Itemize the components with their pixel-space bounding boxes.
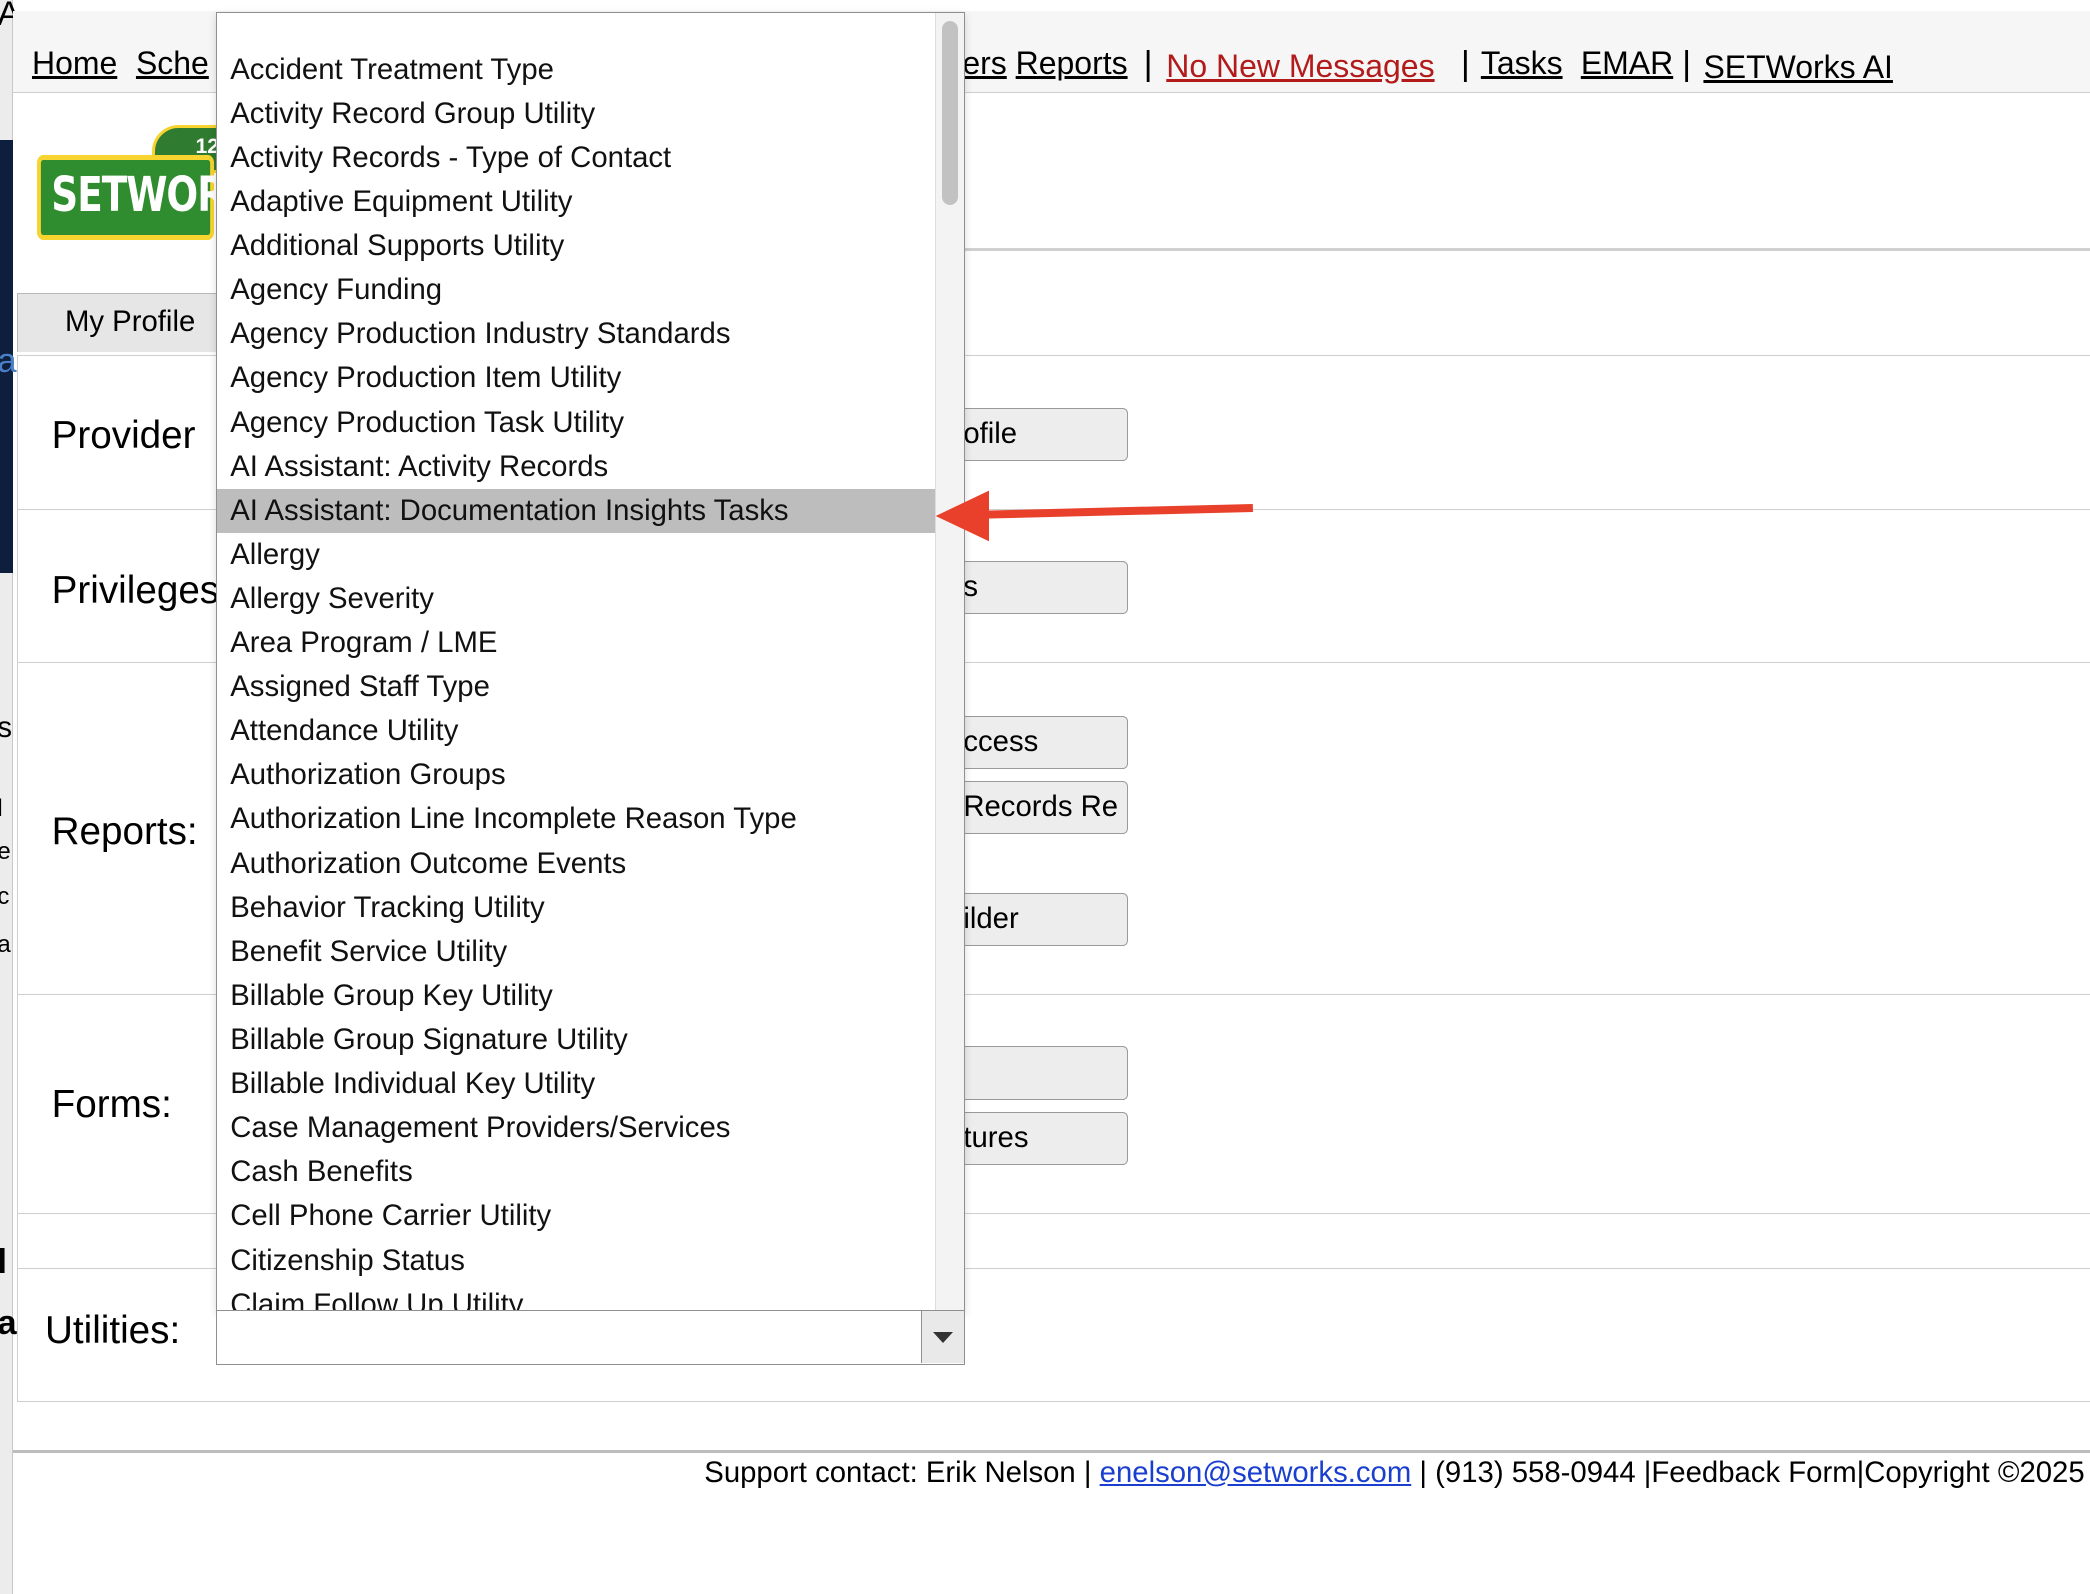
dropdown-option[interactable]: Agency Funding xyxy=(217,268,935,312)
dropdown-option[interactable]: Accident Treatment Type xyxy=(217,48,935,92)
utilities-options: Accident Treatment Type Activity Record G… xyxy=(216,48,936,1311)
section-label-reports: Reports: xyxy=(51,810,198,854)
nav-partial-link[interactable]: ers xyxy=(962,45,1006,82)
dropdown-option[interactable]: AI Assistant: Activity Records xyxy=(217,445,935,489)
edge-glyph: l xyxy=(0,797,3,821)
setworks-logo[interactable]: 123 SETWORKS xyxy=(35,120,280,243)
dropdown-option[interactable]: Additional Supports Utility xyxy=(217,224,935,268)
utilities-dropdown-list[interactable]: Accident Treatment Type Activity Record G… xyxy=(215,11,965,1312)
nav-emar-link[interactable]: EMAR xyxy=(1581,45,1673,82)
footer-email-link[interactable]: enelson@setworks.com xyxy=(1100,1456,1412,1489)
dropdown-option[interactable]: AI Assistant: Documentation Insights Tas… xyxy=(216,488,936,533)
chevron-down-icon[interactable] xyxy=(921,1311,964,1364)
dropdown-option[interactable]: Activity Record Group Utility xyxy=(217,92,935,136)
section-label-utilities: Utilities: xyxy=(44,1308,181,1352)
nav-home-link[interactable]: Home xyxy=(32,45,117,82)
logo-sign: SETWORKS xyxy=(37,154,280,240)
edge-glyph: e xyxy=(0,839,11,864)
utilities-select[interactable] xyxy=(215,1310,965,1365)
dropdown-option[interactable]: Case Management Providers/Services xyxy=(217,1106,935,1150)
dropdown-option[interactable]: Authorization Groups xyxy=(217,753,935,797)
dropdown-option[interactable]: Allergy xyxy=(217,533,935,577)
dropdown-option[interactable]: Assigned Staff Type xyxy=(217,665,935,709)
dropdown-option[interactable]: Billable Group Key Utility xyxy=(217,974,935,1018)
dropdown-option[interactable]: Agency Production Item Utility xyxy=(217,356,935,400)
annotation-arrow-icon xyxy=(935,490,1253,542)
dropdown-option[interactable]: Authorization Line Incomplete Reason Typ… xyxy=(217,797,935,841)
dropdown-option[interactable]: Billable Individual Key Utility xyxy=(217,1062,935,1106)
section-label-provider: Provider xyxy=(51,414,196,458)
edge-glyph: c xyxy=(0,885,9,909)
annotation-arrow-shaft xyxy=(983,503,1253,519)
dropdown-option[interactable]: Authorization Outcome Events xyxy=(217,842,935,886)
footer-divider xyxy=(13,1450,2090,1453)
nav-separator: | xyxy=(1682,45,1692,84)
dropdown-option[interactable]: Cash Benefits xyxy=(217,1150,935,1194)
page-root: A a s l e c a l a Home Sche ers Reports … xyxy=(0,0,2090,1594)
edge-glyph: s xyxy=(0,713,12,742)
footer: Support contact: Erik Nelson | enelson@s… xyxy=(704,1456,2084,1490)
dropdown-option[interactable]: Claim Follow Up Utility xyxy=(217,1283,935,1311)
dropdown-option[interactable]: Area Program / LME xyxy=(217,621,935,665)
nav-separator: | xyxy=(1143,45,1153,84)
dropdown-option[interactable]: Behavior Tracking Utility xyxy=(217,886,935,930)
nav-messages-link[interactable]: No New Messages xyxy=(1166,48,1434,85)
dropdown-option[interactable]: Billable Group Signature Utility xyxy=(217,1018,935,1062)
dropdown-scroll-thumb[interactable] xyxy=(942,20,959,205)
edge-glyph: a xyxy=(0,1306,17,1341)
tab-my-profile[interactable]: My Profile xyxy=(17,293,231,352)
dropdown-option[interactable]: Agency Production Task Utility xyxy=(217,401,935,445)
nav-schedule-link[interactable]: Sche xyxy=(136,45,209,82)
section-label-forms: Forms: xyxy=(51,1083,172,1127)
dropdown-option[interactable]: Activity Records - Type of Contact xyxy=(217,136,935,180)
dropdown-option[interactable]: Citizenship Status xyxy=(217,1239,935,1283)
dropdown-option[interactable]: Allergy Severity xyxy=(217,577,935,621)
annotation-arrow-head xyxy=(935,490,990,542)
dropdown-option[interactable]: Attendance Utility xyxy=(217,709,935,753)
section-label-privileges: Privileges xyxy=(51,568,220,612)
dropdown-option[interactable]: Cell Phone Carrier Utility xyxy=(217,1194,935,1238)
dropdown-scrollbar[interactable] xyxy=(934,12,964,1311)
edge-glyph: l xyxy=(0,1245,7,1280)
header-divider xyxy=(965,247,2090,251)
nav-reports-link[interactable]: Reports xyxy=(1016,45,1128,82)
nav-separator: | xyxy=(1460,45,1470,84)
dropdown-option[interactable]: Agency Production Industry Standards xyxy=(217,312,935,356)
edge-glyph: a xyxy=(0,344,17,379)
nav-setworks-ai-link[interactable]: SETWorks AI xyxy=(1703,49,1893,86)
dropdown-option[interactable]: Benefit Service Utility xyxy=(217,930,935,974)
edge-glyph: a xyxy=(0,933,11,957)
footer-support-text: Support contact: Erik Nelson | xyxy=(704,1455,1100,1489)
footer-contact-text: | (913) 558-0944 |Feedback Form|Copyrigh… xyxy=(1411,1455,2085,1489)
dropdown-option[interactable]: Adaptive Equipment Utility xyxy=(217,180,935,224)
nav-tasks-link[interactable]: Tasks xyxy=(1481,45,1563,82)
